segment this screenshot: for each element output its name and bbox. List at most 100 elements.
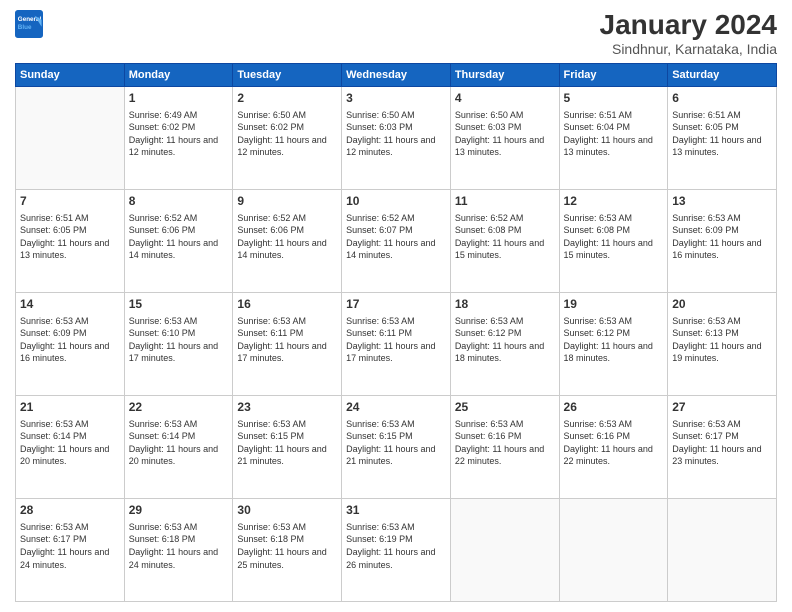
day-info: Sunrise: 6:53 AM Sunset: 6:16 PM Dayligh… [455,418,555,468]
day-info: Sunrise: 6:51 AM Sunset: 6:05 PM Dayligh… [20,212,120,262]
day-info: Sunrise: 6:53 AM Sunset: 6:18 PM Dayligh… [237,521,337,571]
day-info: Sunrise: 6:53 AM Sunset: 6:19 PM Dayligh… [346,521,446,571]
day-number: 6 [672,90,772,107]
calendar-cell: 21 Sunrise: 6:53 AM Sunset: 6:14 PM Dayli… [16,395,125,498]
calendar-cell: 17Sunrise: 6:53 AM Sunset: 6:11 PM Dayli… [342,292,451,395]
day-info: Sunrise: 6:52 AM Sunset: 6:07 PM Dayligh… [346,212,446,262]
calendar-week-1: 7 Sunrise: 6:51 AM Sunset: 6:05 PM Daylig… [16,189,777,292]
day-info: Sunrise: 6:51 AM Sunset: 6:04 PM Dayligh… [564,109,664,159]
calendar-cell [450,498,559,601]
calendar-page: General Blue January 2024 Sindhnur, Karn… [0,0,792,612]
day-number: 31 [346,502,446,519]
day-info: Sunrise: 6:53 AM Sunset: 6:16 PM Dayligh… [564,418,664,468]
day-info: Sunrise: 6:53 AM Sunset: 6:13 PM Dayligh… [672,315,772,365]
day-number: 23 [237,399,337,416]
day-info: Sunrise: 6:53 AM Sunset: 6:12 PM Dayligh… [455,315,555,365]
calendar-cell: 4 Sunrise: 6:50 AM Sunset: 6:03 PM Daylig… [450,86,559,189]
calendar-cell: 6Sunrise: 6:51 AM Sunset: 6:05 PM Daylig… [668,86,777,189]
col-wednesday: Wednesday [342,63,451,86]
day-number: 25 [455,399,555,416]
day-number: 21 [20,399,120,416]
day-number: 17 [346,296,446,313]
calendar-cell: 15Sunrise: 6:53 AM Sunset: 6:10 PM Dayli… [124,292,233,395]
day-info: Sunrise: 6:53 AM Sunset: 6:18 PM Dayligh… [129,521,229,571]
day-info: Sunrise: 6:50 AM Sunset: 6:03 PM Dayligh… [346,109,446,159]
col-friday: Friday [559,63,668,86]
col-saturday: Saturday [668,63,777,86]
day-number: 14 [20,296,120,313]
day-number: 26 [564,399,664,416]
day-number: 12 [564,193,664,210]
calendar-body: 1Sunrise: 6:49 AM Sunset: 6:02 PM Daylig… [16,86,777,601]
calendar-cell [16,86,125,189]
calendar-cell: 9 Sunrise: 6:52 AM Sunset: 6:06 PM Daylig… [233,189,342,292]
calendar-cell [668,498,777,601]
day-number: 3 [346,90,446,107]
calendar-cell: 29 Sunrise: 6:53 AM Sunset: 6:18 PM Dayli… [124,498,233,601]
calendar-cell: 7 Sunrise: 6:51 AM Sunset: 6:05 PM Daylig… [16,189,125,292]
day-info: Sunrise: 6:52 AM Sunset: 6:06 PM Dayligh… [129,212,229,262]
calendar-week-0: 1Sunrise: 6:49 AM Sunset: 6:02 PM Daylig… [16,86,777,189]
calendar-cell: 28 Sunrise: 6:53 AM Sunset: 6:17 PM Dayli… [16,498,125,601]
day-info: Sunrise: 6:53 AM Sunset: 6:11 PM Dayligh… [237,315,337,365]
calendar-cell: 18 Sunrise: 6:53 AM Sunset: 6:12 PM Dayli… [450,292,559,395]
day-info: Sunrise: 6:50 AM Sunset: 6:02 PM Dayligh… [237,109,337,159]
calendar-cell: 31 Sunrise: 6:53 AM Sunset: 6:19 PM Dayli… [342,498,451,601]
day-number: 19 [564,296,664,313]
day-number: 9 [237,193,337,210]
day-info: Sunrise: 6:53 AM Sunset: 6:08 PM Dayligh… [564,212,664,262]
calendar-cell: 30Sunrise: 6:53 AM Sunset: 6:18 PM Dayli… [233,498,342,601]
day-info: Sunrise: 6:53 AM Sunset: 6:14 PM Dayligh… [20,418,120,468]
calendar-week-4: 28 Sunrise: 6:53 AM Sunset: 6:17 PM Dayli… [16,498,777,601]
calendar-cell: 27 Sunrise: 6:53 AM Sunset: 6:17 PM Dayli… [668,395,777,498]
calendar-cell: 23 Sunrise: 6:53 AM Sunset: 6:15 PM Dayli… [233,395,342,498]
calendar-header: Sunday Monday Tuesday Wednesday Thursday… [16,63,777,86]
col-tuesday: Tuesday [233,63,342,86]
calendar-week-3: 21 Sunrise: 6:53 AM Sunset: 6:14 PM Dayli… [16,395,777,498]
day-info: Sunrise: 6:52 AM Sunset: 6:08 PM Dayligh… [455,212,555,262]
calendar-cell: 22 Sunrise: 6:53 AM Sunset: 6:14 PM Dayli… [124,395,233,498]
day-info: Sunrise: 6:53 AM Sunset: 6:15 PM Dayligh… [237,418,337,468]
main-title: January 2024 [600,10,777,41]
day-info: Sunrise: 6:53 AM Sunset: 6:09 PM Dayligh… [672,212,772,262]
day-number: 28 [20,502,120,519]
day-info: Sunrise: 6:52 AM Sunset: 6:06 PM Dayligh… [237,212,337,262]
calendar-cell: 13Sunrise: 6:53 AM Sunset: 6:09 PM Dayli… [668,189,777,292]
calendar-cell: 14Sunrise: 6:53 AM Sunset: 6:09 PM Dayli… [16,292,125,395]
calendar-week-2: 14Sunrise: 6:53 AM Sunset: 6:09 PM Dayli… [16,292,777,395]
day-number: 16 [237,296,337,313]
day-number: 27 [672,399,772,416]
day-number: 4 [455,90,555,107]
calendar-cell: 11Sunrise: 6:52 AM Sunset: 6:08 PM Dayli… [450,189,559,292]
day-info: Sunrise: 6:53 AM Sunset: 6:14 PM Dayligh… [129,418,229,468]
day-number: 29 [129,502,229,519]
calendar-cell: 19Sunrise: 6:53 AM Sunset: 6:12 PM Dayli… [559,292,668,395]
day-info: Sunrise: 6:53 AM Sunset: 6:15 PM Dayligh… [346,418,446,468]
calendar-cell: 25 Sunrise: 6:53 AM Sunset: 6:16 PM Dayli… [450,395,559,498]
calendar-cell: 26 Sunrise: 6:53 AM Sunset: 6:16 PM Dayli… [559,395,668,498]
day-info: Sunrise: 6:53 AM Sunset: 6:17 PM Dayligh… [20,521,120,571]
day-info: Sunrise: 6:53 AM Sunset: 6:10 PM Dayligh… [129,315,229,365]
day-info: Sunrise: 6:53 AM Sunset: 6:17 PM Dayligh… [672,418,772,468]
day-number: 18 [455,296,555,313]
header: General Blue January 2024 Sindhnur, Karn… [15,10,777,57]
day-number: 10 [346,193,446,210]
calendar-cell: 16 Sunrise: 6:53 AM Sunset: 6:11 PM Dayli… [233,292,342,395]
calendar-cell: 3 Sunrise: 6:50 AM Sunset: 6:03 PM Daylig… [342,86,451,189]
day-number: 7 [20,193,120,210]
calendar-cell: 5Sunrise: 6:51 AM Sunset: 6:04 PM Daylig… [559,86,668,189]
day-number: 8 [129,193,229,210]
col-sunday: Sunday [16,63,125,86]
calendar-cell: 1Sunrise: 6:49 AM Sunset: 6:02 PM Daylig… [124,86,233,189]
col-monday: Monday [124,63,233,86]
day-number: 22 [129,399,229,416]
day-number: 2 [237,90,337,107]
calendar-cell: 10 Sunrise: 6:52 AM Sunset: 6:07 PM Dayli… [342,189,451,292]
day-info: Sunrise: 6:49 AM Sunset: 6:02 PM Dayligh… [129,109,229,159]
calendar-cell [559,498,668,601]
logo-icon: General Blue [15,10,43,38]
calendar-cell: 24Sunrise: 6:53 AM Sunset: 6:15 PM Dayli… [342,395,451,498]
logo: General Blue [15,10,43,38]
day-info: Sunrise: 6:50 AM Sunset: 6:03 PM Dayligh… [455,109,555,159]
subtitle: Sindhnur, Karnataka, India [600,41,777,57]
